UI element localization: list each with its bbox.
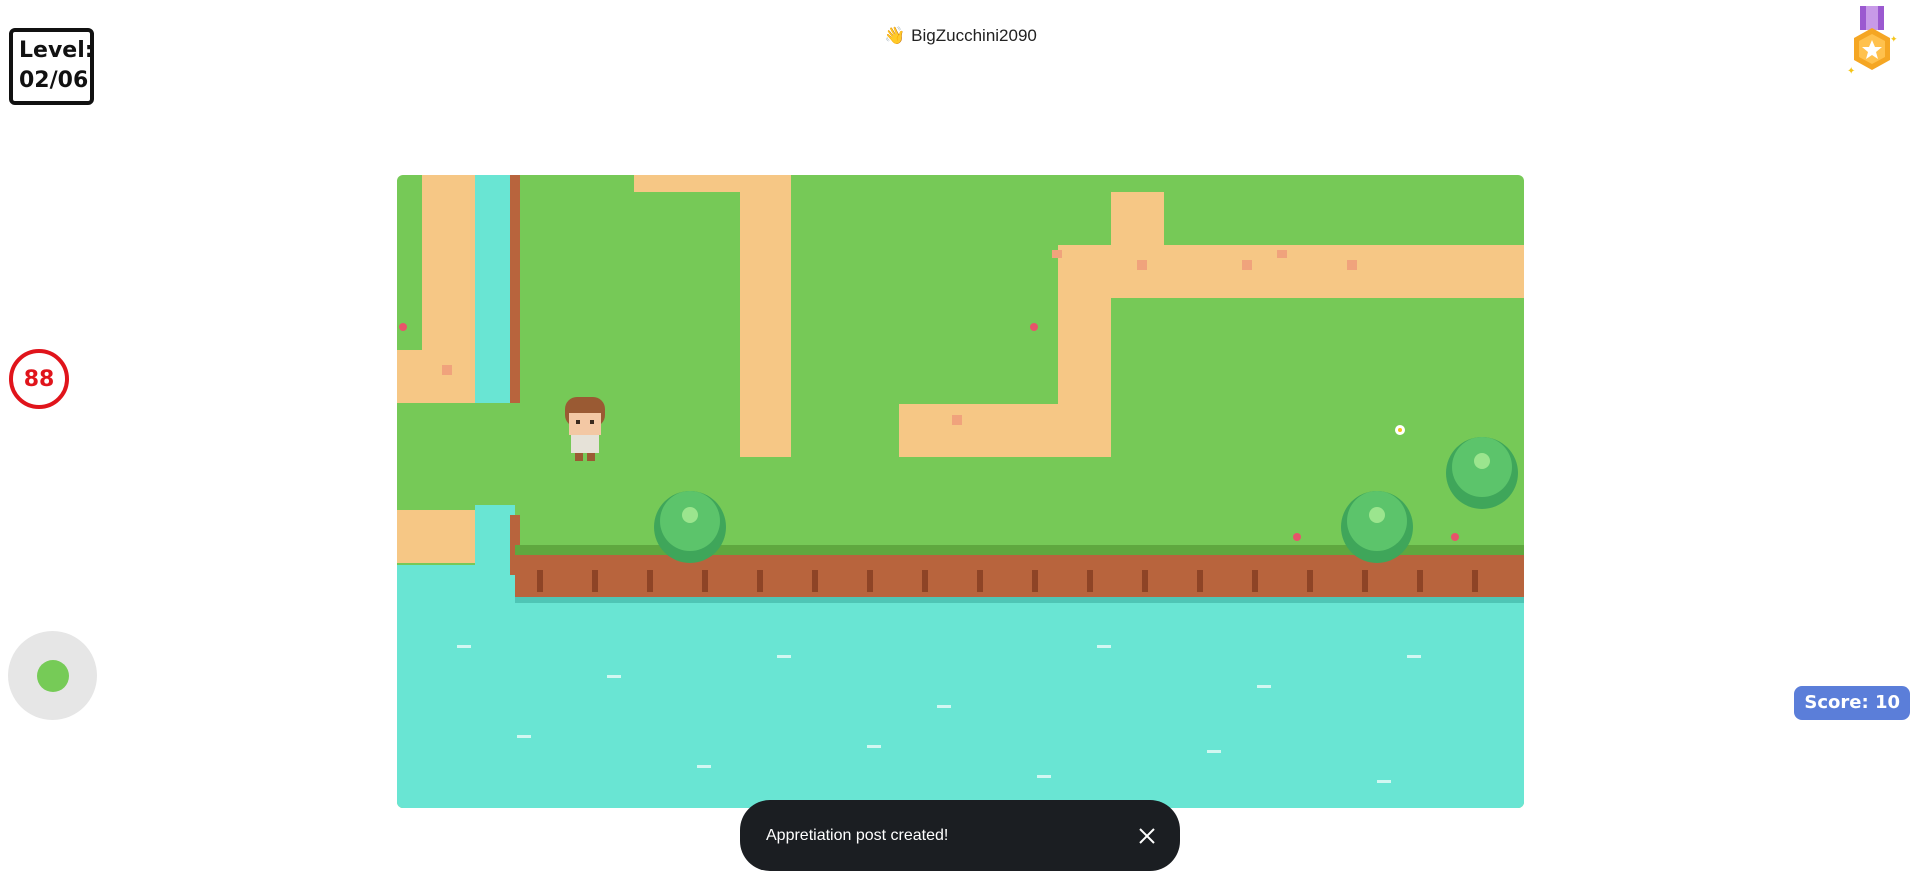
- username-text: BigZucchini2090: [911, 26, 1037, 45]
- close-icon[interactable]: [1136, 825, 1158, 847]
- bush: [654, 491, 726, 563]
- level-value: 02/06: [19, 68, 89, 93]
- level-label: Level:: [19, 38, 94, 63]
- svg-text:✦: ✦: [1847, 66, 1855, 77]
- virtual-joystick[interactable]: [8, 631, 97, 720]
- player-name: 👋 BigZucchini2090: [884, 26, 1037, 46]
- bush: [1446, 437, 1518, 509]
- wave-icon: 👋: [884, 26, 906, 45]
- bush: [1341, 491, 1413, 563]
- joystick-knob[interactable]: [36, 659, 69, 692]
- level-indicator: Level: 02/06: [9, 28, 94, 105]
- toast-notification: Appretiation post created!: [740, 800, 1180, 871]
- game-map[interactable]: [397, 175, 1524, 808]
- player-character: [565, 397, 605, 461]
- toast-message: Appretiation post created!: [766, 826, 949, 844]
- svg-text:✦: ✦: [1890, 35, 1898, 45]
- countdown-timer: 88: [9, 349, 69, 409]
- score-badge: Score: 10: [1794, 686, 1910, 720]
- game-screen: Level: 02/06 👋 BigZucchini2090 ✦ ✦ 88 Sc…: [0, 0, 1912, 874]
- medal-icon[interactable]: ✦ ✦: [1844, 4, 1900, 78]
